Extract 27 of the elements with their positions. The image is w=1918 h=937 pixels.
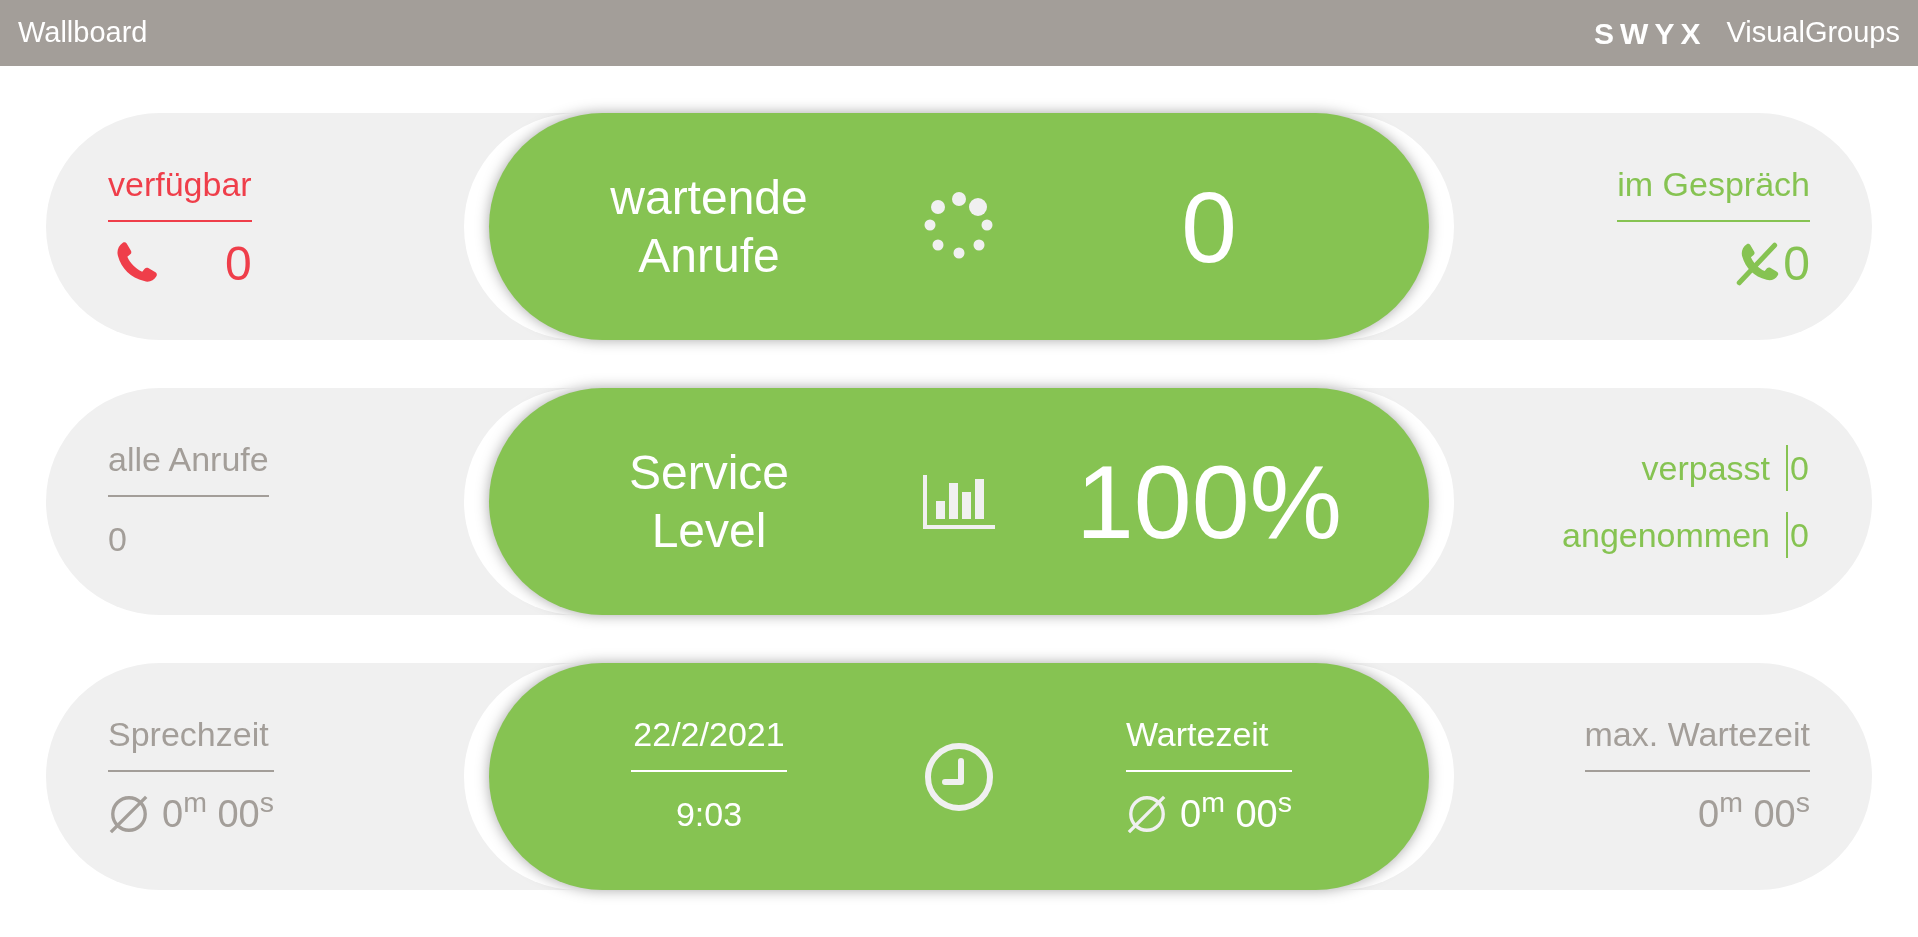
tile-value: 100% [1076,449,1342,554]
brand-name: VisualGroups [1726,15,1900,51]
panel-value: 0$^{m}$ 00$^{s}$ [1180,785,1292,837]
panel-value: 0 [1783,235,1810,292]
panel-value: 0$^{m}$ 00$^{s}$ [162,785,274,837]
logo: SWYX [1594,15,1707,52]
bar-chart-icon [923,474,995,529]
stat-label: angenommen [1562,514,1770,556]
stat-label: verpasst [1641,447,1770,489]
panel-value: 0 [108,518,127,560]
stat-value: 0 [1786,512,1810,558]
tile-title: wartende Anrufe [610,169,808,284]
tile-title: Service Level [628,444,790,559]
panel-label: Sprechzeit [108,711,274,772]
tile-value: 0 [1181,176,1237,277]
panel-label: verfügbar [108,161,252,222]
panel-value: 0$^{m}$ 00$^{s}$ [1698,785,1810,837]
header-title: Wallboard [18,15,148,51]
clock-icon [923,740,995,813]
panel-label: alle Anrufe [108,436,269,497]
panel-label: Wartezeit [1126,711,1292,772]
date-text: 22/2/2021 [631,711,787,772]
panel-label: im Gespräch [1617,161,1810,222]
panel-label: max. Wartezeit [1584,711,1810,772]
time-text: 9:03 [675,793,743,835]
panel-value: 0 [224,235,252,292]
stat-value: 0 [1786,445,1810,491]
